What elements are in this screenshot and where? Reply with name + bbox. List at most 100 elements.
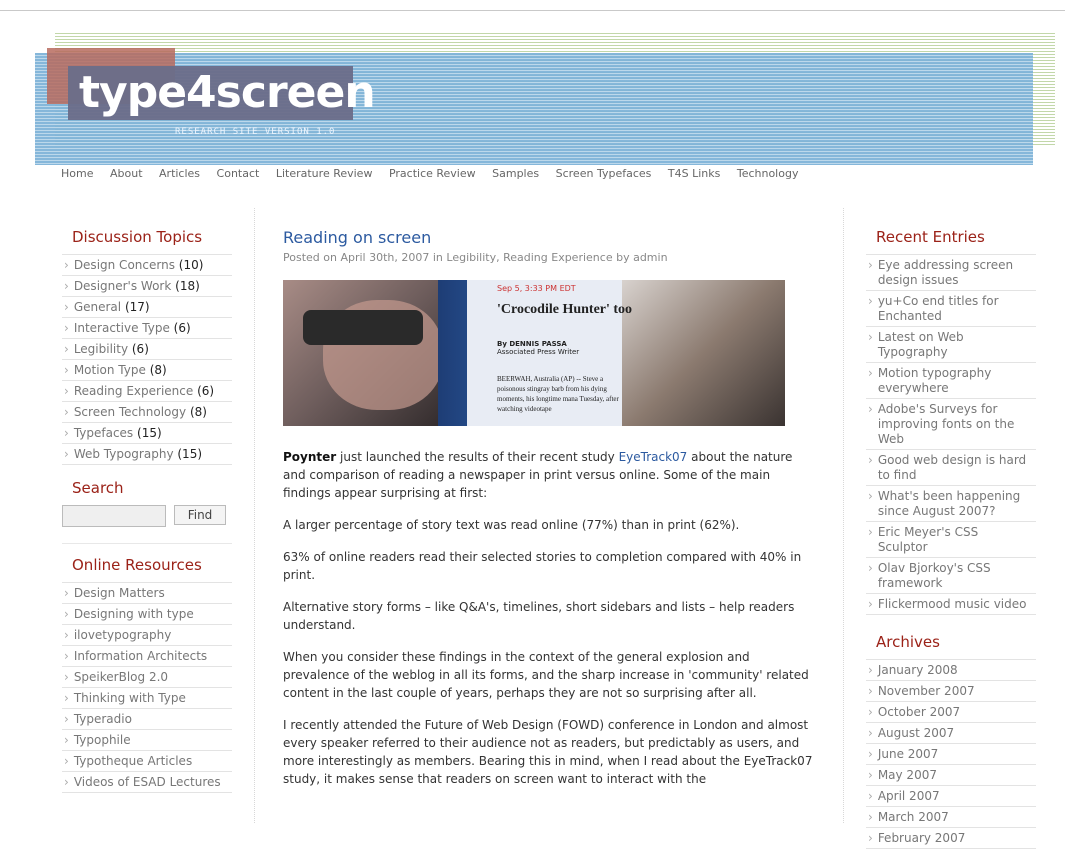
nav-screen-typefaces[interactable]: Screen Typefaces [556,167,652,180]
caret-icon: › [64,628,69,642]
list-item[interactable]: › ilovetypography [62,625,232,646]
image-byline-role: Associated Press Writer [497,348,580,356]
archive-label: February 2007 [877,831,966,845]
find-button[interactable]: Find [174,505,226,525]
list-item[interactable]: › Olav Bjorkoy's CSS framework [866,558,1036,594]
article-title[interactable]: Reading on screen [283,228,813,247]
list-item[interactable]: › Screen Technology (8) [62,402,232,423]
archive-label: April 2007 [877,789,940,803]
recent-entries-list: › Eye addressing screen design issues › yu… [866,254,1036,615]
caret-icon: › [64,258,69,272]
topic-count: (15) [177,447,203,461]
site-logo[interactable]: type4screen [79,63,376,123]
topic-label: Screen Technology [73,405,187,419]
caret-icon: › [868,489,873,503]
list-item[interactable]: › Web Typography (15) [62,444,232,465]
nav-technology[interactable]: Technology [737,167,799,180]
list-item[interactable]: › Flickermood music video [866,594,1036,615]
list-item[interactable]: › March 2007 [866,807,1036,828]
list-item[interactable]: › yu+Co end titles for Enchanted [866,291,1036,327]
nav-articles[interactable]: Articles [159,167,200,180]
caret-icon: › [64,363,69,377]
caret-icon: › [64,447,69,461]
image-byline-name: By DENNIS PASSA [497,340,567,348]
caret-icon: › [868,684,873,698]
topic-label: Typefaces [73,426,134,440]
list-item[interactable]: › Legibility (6) [62,339,232,360]
list-item[interactable]: › SpeikerBlog 2.0 [62,667,232,688]
list-item[interactable]: › January 2008 [866,660,1036,681]
recent-entry-label: Flickermood music video [877,597,1027,611]
list-item[interactable]: › Motion Type (8) [62,360,232,381]
caret-icon: › [868,789,873,803]
topic-label: Reading Experience [73,384,194,398]
list-item[interactable]: › What's been happening since August 2007… [866,486,1036,522]
list-item[interactable]: › Videos of ESAD Lectures [62,772,232,793]
resource-label: Thinking with Type [73,691,186,705]
top-rule [0,10,1065,11]
list-item[interactable]: › May 2007 [866,765,1036,786]
list-item[interactable]: › Typotheque Articles [62,751,232,772]
nav-practice-review[interactable]: Practice Review [389,167,476,180]
recent-entry-label: Good web design is hard to find [877,453,1027,482]
caret-icon: › [868,747,873,761]
list-item[interactable]: › Eye addressing screen design issues [866,255,1036,291]
list-item[interactable]: › Thinking with Type [62,688,232,709]
eyetrack07-link[interactable]: EyeTrack07 [619,450,688,464]
resource-label: Typophile [73,733,131,747]
list-item[interactable]: › Design Matters [62,583,232,604]
list-item[interactable]: › Reading Experience (6) [62,381,232,402]
archive-label: June 2007 [877,747,939,761]
list-item[interactable]: › Typophile [62,730,232,751]
nav-literature-review[interactable]: Literature Review [276,167,373,180]
archive-label: March 2007 [877,810,949,824]
list-item[interactable]: › August 2007 [866,723,1036,744]
online-resources-heading: Online Resources [72,556,202,574]
list-item[interactable]: › June 2007 [866,744,1036,765]
list-item[interactable]: › April 2007 [866,786,1036,807]
list-item[interactable]: › Typefaces (15) [62,423,232,444]
list-item[interactable]: › Good web design is hard to find [866,450,1036,486]
nav-contact[interactable]: Contact [217,167,260,180]
topic-label: Legibility [73,342,129,356]
caret-icon: › [868,525,873,539]
nav-samples[interactable]: Samples [492,167,539,180]
paragraph-1: Poynter just launched the results of the… [283,448,813,502]
caret-icon: › [64,670,69,684]
archive-label: November 2007 [877,684,975,698]
list-item[interactable]: › Interactive Type (6) [62,318,232,339]
list-item[interactable]: › Eric Meyer's CSS Sculptor [866,522,1036,558]
list-item[interactable]: › Designer's Work (18) [62,276,232,297]
search-input[interactable] [62,505,166,527]
caret-icon: › [64,426,69,440]
list-item[interactable]: › General (17) [62,297,232,318]
list-item[interactable]: › October 2007 [866,702,1036,723]
topic-label: Designer's Work [73,279,172,293]
caret-icon: › [868,366,873,380]
search-form: Find [62,505,232,527]
topic-label: Interactive Type [73,321,170,335]
caret-icon: › [868,663,873,677]
list-item[interactable]: › Designing with type [62,604,232,625]
nav-t4s-links[interactable]: T4S Links [668,167,720,180]
topic-count: (15) [137,426,162,440]
list-item[interactable]: › February 2007 [866,828,1036,849]
caret-icon: › [64,733,69,747]
list-item[interactable]: › Information Architects [62,646,232,667]
paragraph-3: 63% of online readers read their selecte… [283,550,802,582]
right-sidebar: Recent Entries › Eye addressing screen de… [866,228,1036,849]
list-item[interactable]: › Adobe's Surveys for improving fonts on … [866,399,1036,450]
caret-icon: › [868,768,873,782]
list-item[interactable]: › November 2007 [866,681,1036,702]
list-item[interactable]: › Motion typography everywhere [866,363,1036,399]
paragraph-1-part-a: just launched the results of their recen… [336,450,619,464]
image-panel-newspaper [622,280,785,426]
recent-entry-label: Olav Bjorkoy's CSS framework [877,561,991,590]
site-subtitle: RESEARCH SITE VERSION 1.0 [175,127,336,137]
nav-home[interactable]: Home [61,167,93,180]
list-item[interactable]: › Typeradio [62,709,232,730]
list-item[interactable]: › Latest on Web Typography [866,327,1036,363]
nav-about[interactable]: About [110,167,143,180]
list-item[interactable]: › Design Concerns (10) [62,255,232,276]
recent-entry-label: Eric Meyer's CSS Sculptor [877,525,979,554]
